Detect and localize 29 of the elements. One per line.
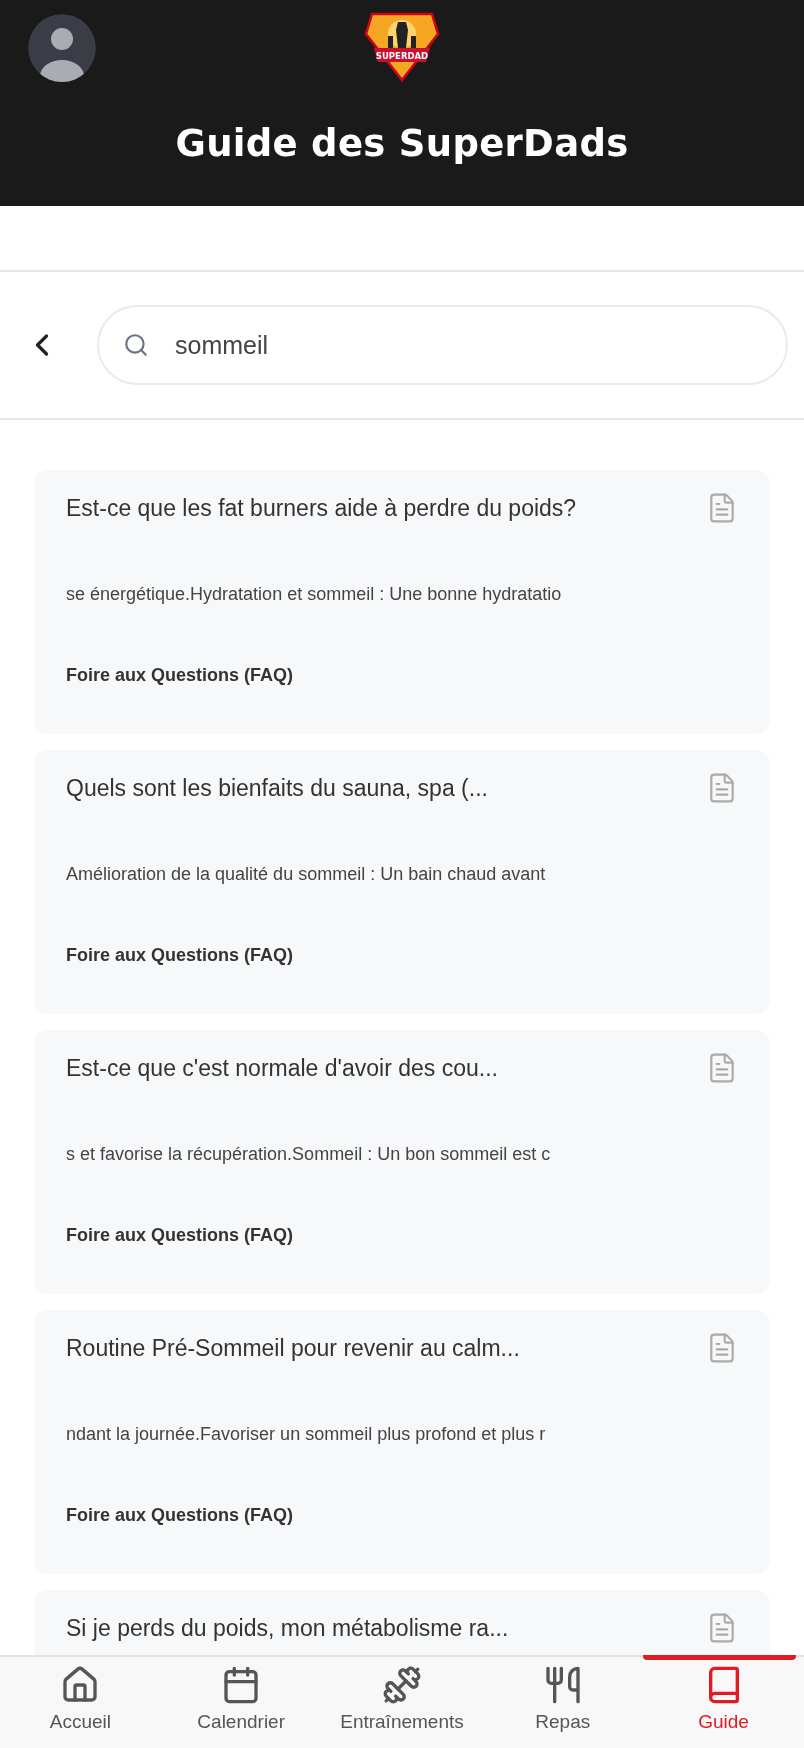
- result-title: Est-ce que c'est normale d'avoir des cou...: [66, 1054, 498, 1082]
- search-icon: [123, 332, 149, 358]
- nav-tab[interactable]: Guide: [643, 1657, 804, 1748]
- result-card[interactable]: Routine Pré-Sommeil pour revenir au calm... ndant la journée.Favoriser un sommeil plus profond et plus r Foire aux Questions (FAQ): [34, 1310, 770, 1574]
- nav-tab[interactable]: Accueil: [0, 1657, 161, 1748]
- search-field[interactable]: sommeil: [97, 305, 788, 385]
- result-snippet: ndant la journée.Favoriser un sommeil plus profond et plus r: [66, 1424, 547, 1445]
- result-card[interactable]: Est-ce que c'est normale d'avoir des cou... s et favorise la récupération.Sommeil : Un bon sommeil est c Foire aux Questions (FAQ): [34, 1030, 770, 1294]
- result-card[interactable]: Quels sont les bienfaits du sauna, spa (... Amélioration de la qualité du sommeil : Un bain chaud avant Foire aux Questions (FAQ): [34, 750, 770, 1014]
- avatar-icon[interactable]: [28, 14, 96, 82]
- result-category: Foire aux Questions (FAQ): [66, 1225, 295, 1246]
- result-title: Est-ce que les fat burners aide à perdre du poids?: [66, 494, 577, 522]
- result-snippet: se énergétique.Hydratation et sommeil : Une bonne hydratatio: [66, 584, 563, 605]
- nav-tab[interactable]: Repas: [482, 1657, 644, 1748]
- result-category: Foire aux Questions (FAQ): [66, 945, 295, 966]
- page-title: Guide des SuperDads: [175, 122, 629, 165]
- nav-tab[interactable]: Calendrier: [160, 1657, 322, 1748]
- result-title: Si je perds du poids, mon métabolisme ra...: [66, 1614, 509, 1642]
- result-snippet: s et favorise la récupération.Sommeil : Un bon sommeil est c: [66, 1144, 552, 1165]
- dumbbell-icon: [382, 1665, 422, 1705]
- result-category: Foire aux Questions (FAQ): [66, 1505, 295, 1526]
- result-category: Foire aux Questions (FAQ): [66, 665, 295, 686]
- result-title: Routine Pré-Sommeil pour revenir au calm...: [66, 1334, 520, 1362]
- result-card[interactable]: Est-ce que les fat burners aide à perdre du poids? se énergétique.Hydratation et sommeil : Une bonne hydratatio Foire aux Questions (FAQ): [34, 470, 770, 734]
- logo: SUPERDAD: [364, 12, 440, 82]
- result-title: Quels sont les bienfaits du sauna, spa (...: [66, 774, 488, 802]
- result-card[interactable]: Si je perds du poids, mon métabolisme ra...: [34, 1590, 770, 1655]
- nav-tab[interactable]: Entraînements: [321, 1657, 483, 1748]
- result-snippet: Amélioration de la qualité du sommeil : Un bain chaud avant: [66, 864, 547, 885]
